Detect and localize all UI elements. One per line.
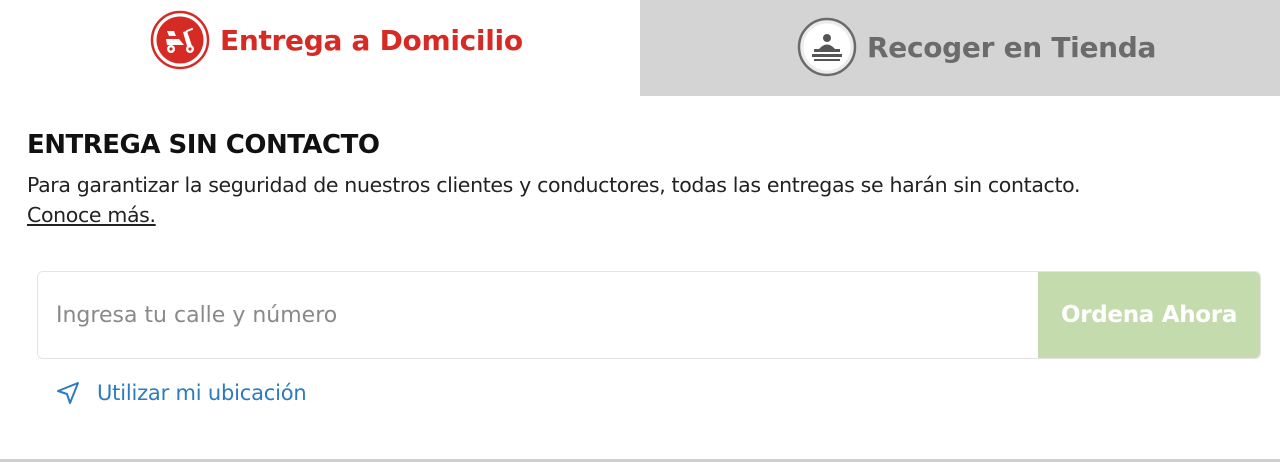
tab-store-pickup-content: Recoger en Tienda [797,17,1156,77]
scooter-delivery-icon [150,10,210,70]
tab-home-delivery[interactable]: Entrega a Domicilio [0,0,640,96]
address-form: Ordena Ahora [37,271,1261,359]
tab-store-pickup-label: Recoger en Tienda [867,30,1157,64]
tab-store-pickup[interactable]: Recoger en Tienda [640,0,1280,96]
use-my-location-button[interactable]: Utilizar mi ubicación [55,380,307,406]
store-pickup-icon [797,17,857,77]
order-now-button[interactable]: Ordena Ahora [1038,272,1260,358]
learn-more-link[interactable]: Conoce más. [27,200,156,230]
tab-home-delivery-content: Entrega a Domicilio [150,10,523,70]
address-input[interactable] [38,272,1038,358]
delivery-mode-tabs: Entrega a Domicilio Recoger en Tienda [0,0,1280,96]
use-my-location-label: Utilizar mi ubicación [97,381,307,405]
notice-title: ENTREGA SIN CONTACTO [27,130,380,160]
contactless-notice: ENTREGA SIN CONTACTO Para garantizar la … [27,130,1257,230]
tab-home-delivery-label: Entrega a Domicilio [220,23,523,57]
notice-text: Para garantizar la seguridad de nuestros… [27,173,1081,197]
location-arrow-icon [57,382,79,404]
